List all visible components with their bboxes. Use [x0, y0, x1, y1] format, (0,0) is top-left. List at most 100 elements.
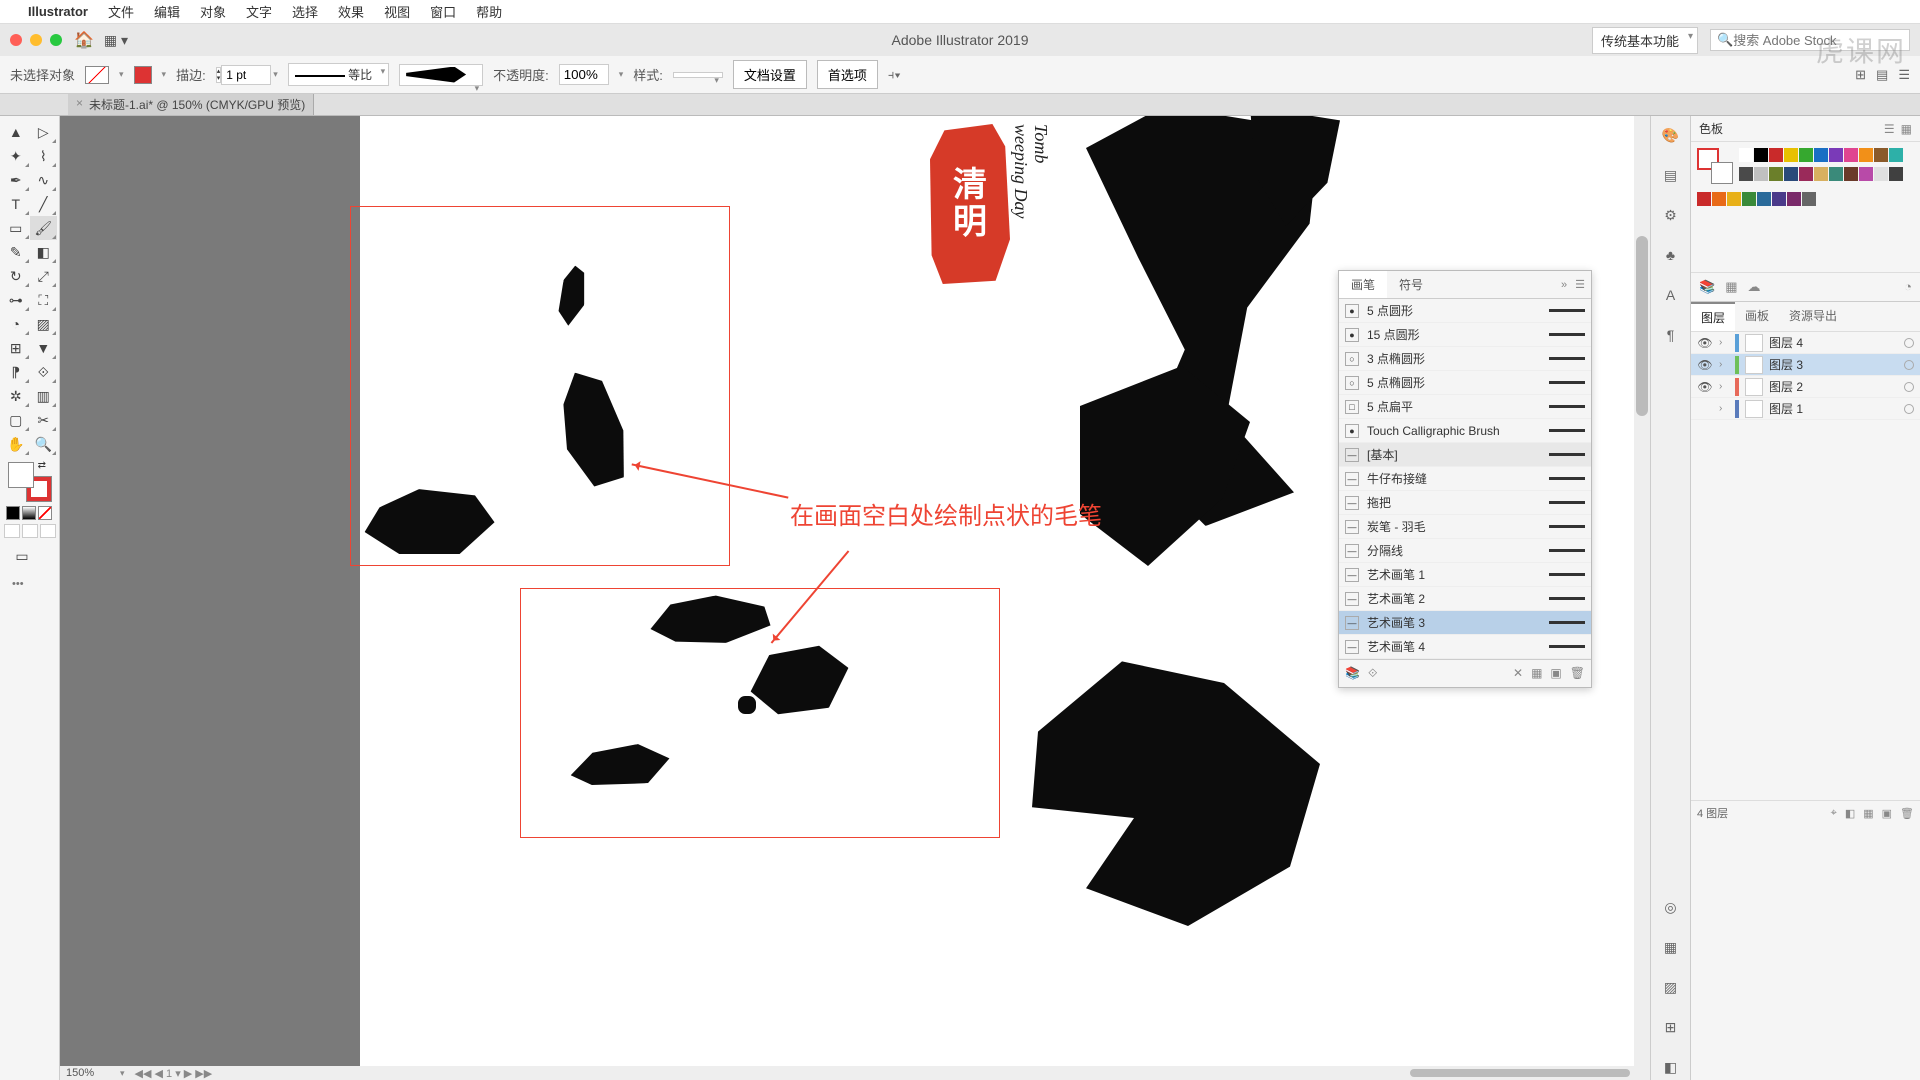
stroke-swatch[interactable] [134, 66, 152, 84]
brush-item[interactable]: —艺术画笔 1 [1339, 563, 1591, 587]
swatch[interactable] [1829, 148, 1843, 162]
brush-options-icon[interactable]: ▦ [1531, 666, 1542, 681]
swatch[interactable] [1844, 148, 1858, 162]
layer-name[interactable]: 图层 1 [1769, 400, 1803, 417]
swatch[interactable] [1712, 192, 1726, 206]
swatch[interactable] [1814, 167, 1828, 181]
swatch[interactable] [1859, 167, 1873, 181]
locate-object-icon[interactable]: ⌖ [1831, 807, 1837, 820]
swatch[interactable] [1727, 192, 1741, 206]
type-tool[interactable]: T [2, 192, 30, 216]
new-brush-icon[interactable]: ▣ [1550, 666, 1561, 681]
swatch[interactable] [1874, 148, 1888, 162]
maximize-window-button[interactable] [50, 34, 62, 46]
stroke-weight-input[interactable] [221, 65, 271, 85]
transform-icon[interactable]: ⊞ [1855, 67, 1866, 83]
gradient-mode-button[interactable] [22, 506, 36, 520]
brush-libraries-icon[interactable]: 📚 [1345, 666, 1360, 681]
swatch[interactable] [1799, 167, 1813, 181]
swatches-panel-header[interactable]: 色板 ☰▦ [1691, 116, 1920, 142]
free-transform-tool[interactable]: ⛶ [30, 288, 58, 312]
perspective-tool[interactable]: ▨ [30, 312, 58, 336]
swatch[interactable] [1772, 192, 1786, 206]
asset-export-tab[interactable]: 资源导出 [1779, 302, 1847, 331]
layer-row[interactable]: 👁 › 图层 2 [1691, 376, 1920, 398]
properties-icon[interactable]: ⚙ [1658, 202, 1684, 228]
graph-tool[interactable]: ▥ [30, 384, 58, 408]
transparency-icon[interactable]: ▨ [1658, 974, 1684, 1000]
brush-item[interactable]: ○5 点椭圆形 [1339, 371, 1591, 395]
swatch[interactable] [1844, 167, 1858, 181]
opacity-input[interactable] [559, 64, 609, 85]
swatch[interactable] [1802, 192, 1816, 206]
layer-row[interactable]: 👁 › 图层 3 [1691, 354, 1920, 376]
none-mode-button[interactable] [38, 506, 52, 520]
search-input[interactable] [1733, 33, 1909, 48]
visibility-toggle-icon[interactable]: 👁 [1697, 358, 1713, 372]
swatch[interactable] [1784, 167, 1798, 181]
swatch[interactable] [1829, 167, 1843, 181]
layer-name[interactable]: 图层 4 [1769, 334, 1803, 351]
drawing-mode-behind[interactable] [22, 524, 38, 538]
new-sublayer-icon[interactable]: ▦ [1863, 807, 1873, 820]
artboard-nav[interactable]: ◀◀ ◀ 1 ▾ ▶ ▶▶ [135, 1067, 213, 1080]
brush-item[interactable]: □5 点扁平 [1339, 395, 1591, 419]
menu-help[interactable]: 帮助 [476, 2, 502, 21]
menu-type[interactable]: 文字 [246, 2, 272, 21]
swatch[interactable] [1859, 148, 1873, 162]
menu-icon[interactable]: ☰ [1898, 67, 1910, 83]
width-tool[interactable]: ⊶ [2, 288, 30, 312]
symbol-sprayer-tool[interactable]: ✲ [2, 384, 30, 408]
preferences-button[interactable]: 首选项 [817, 60, 878, 89]
brush-item[interactable]: —分隔线 [1339, 539, 1591, 563]
curvature-tool[interactable]: ∿ [30, 168, 58, 192]
mesh-tool[interactable]: ⊞ [2, 336, 30, 360]
swatch[interactable] [1757, 192, 1771, 206]
selection-tool[interactable]: ▲ [2, 120, 30, 144]
gradient-tool[interactable]: ▼ [30, 336, 58, 360]
color-panel-icon[interactable]: 🎨 [1658, 122, 1684, 148]
layer-name[interactable]: 图层 2 [1769, 378, 1803, 395]
stroke-profile-dropdown[interactable]: 等比 [288, 63, 389, 86]
eraser-tool[interactable]: ◧ [30, 240, 58, 264]
edit-toolbar-button[interactable]: ••• [2, 578, 57, 590]
swatch[interactable] [1739, 167, 1753, 181]
scrollbar-thumb[interactable] [1636, 236, 1648, 416]
app-name[interactable]: Illustrator [28, 4, 88, 19]
collapse-icon[interactable]: » [1561, 279, 1567, 291]
disclosure-icon[interactable]: › [1719, 381, 1729, 392]
zoom-tool[interactable]: 🔍 [30, 432, 58, 456]
swatch-grid-2[interactable] [1691, 190, 1920, 212]
swatch-grid[interactable] [1739, 148, 1914, 184]
workspace-dropdown[interactable]: 传统基本功能 [1592, 27, 1698, 54]
swatch-libraries-icon[interactable]: 📚 [1699, 279, 1715, 295]
pathfinder-icon[interactable]: ◧ [1658, 1054, 1684, 1080]
remove-stroke-icon[interactable]: ✕ [1513, 666, 1523, 681]
menu-object[interactable]: 对象 [200, 2, 226, 21]
brush-item[interactable]: ○3 点椭圆形 [1339, 347, 1591, 371]
swap-fill-stroke-icon[interactable]: ⇄ [38, 460, 46, 471]
paragraph-icon[interactable]: ¶ [1658, 322, 1684, 348]
color-mode-button[interactable] [6, 506, 20, 520]
shape-builder-tool[interactable]: ◔ [2, 312, 30, 336]
artboard-tool[interactable]: ▢ [2, 408, 30, 432]
list-view-icon[interactable]: ☰ [1884, 122, 1895, 136]
eyedropper-tool[interactable]: ⁋ [2, 360, 30, 384]
color-guide-icon[interactable]: ▤ [1658, 162, 1684, 188]
align-icon[interactable]: ⫞▾ [888, 67, 901, 83]
brush-item[interactable]: ●5 点圆形 [1339, 299, 1591, 323]
fill-indicator[interactable] [8, 462, 34, 488]
swatch-kind-icon[interactable]: ▦ [1725, 279, 1737, 295]
fill-stroke-indicator[interactable]: ⇄ [8, 462, 52, 502]
slice-tool[interactable]: ✂ [30, 408, 58, 432]
disclosure-icon[interactable]: › [1719, 359, 1729, 370]
swatch[interactable] [1742, 192, 1756, 206]
disclosure-icon[interactable]: › [1719, 403, 1729, 414]
target-icon[interactable] [1904, 338, 1914, 348]
rotate-tool[interactable]: ↻ [2, 264, 30, 288]
arrange-documents-icon[interactable]: ▦ ▾ [104, 32, 128, 49]
brush-definition-dropdown[interactable] [399, 64, 483, 86]
menu-view[interactable]: 视图 [384, 2, 410, 21]
brush-library-menu-icon[interactable]: ⟐ [1368, 666, 1377, 681]
canvas-area[interactable]: 清明 Tomb weeping Day 在画面空白处绘制点状的毛笔 [60, 116, 1650, 1080]
